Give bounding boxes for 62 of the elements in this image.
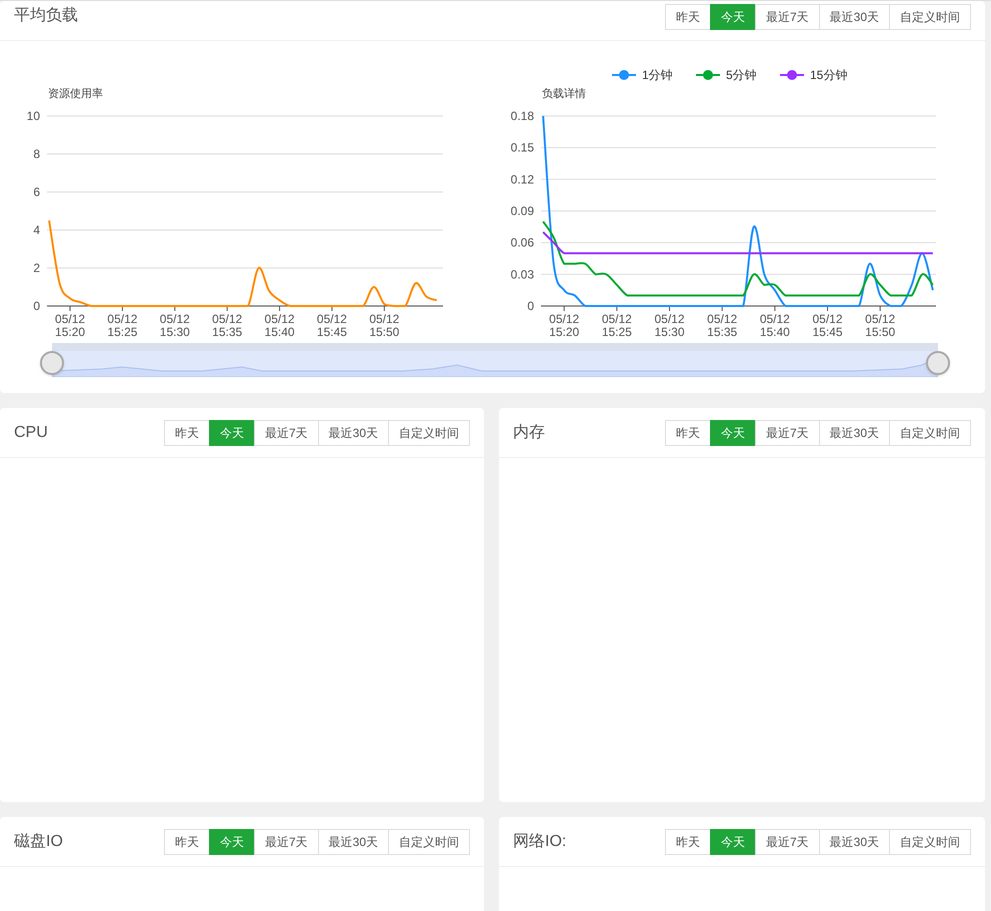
- panel-title: 网络IO:: [513, 832, 566, 852]
- panel-title: CPU: [14, 422, 48, 442]
- axis-label: 05/12 15:35: [212, 312, 242, 339]
- axis-label: 05/12 15:45: [316, 312, 347, 339]
- range-tab[interactable]: 昨天: [664, 4, 711, 30]
- range-tab[interactable]: 自定义时间: [889, 828, 971, 854]
- axis-label: 4: [33, 223, 40, 237]
- axis-label: 05/12 15:20: [549, 312, 580, 339]
- axis-label: 2: [33, 261, 40, 275]
- axis-label: 05/12 15:30: [654, 312, 685, 339]
- legend-item[interactable]: 5分钟: [696, 68, 757, 82]
- range-tab[interactable]: 最近30天: [818, 4, 890, 30]
- range-tab[interactable]: 自定义时间: [889, 420, 971, 446]
- axis-label: 0: [33, 299, 40, 313]
- slider-handle[interactable]: [40, 351, 64, 375]
- axis-label: 0.03: [510, 267, 534, 282]
- axis-label: 0.18: [510, 109, 534, 123]
- range-tab[interactable]: 自定义时间: [889, 4, 971, 30]
- range-tab[interactable]: 最近7天: [754, 4, 820, 30]
- range-tab[interactable]: 自定义时间: [388, 420, 470, 446]
- axis-title: 负载详情: [542, 88, 586, 100]
- slider-handle[interactable]: [926, 351, 950, 375]
- range-tab[interactable]: 最近30天: [318, 828, 389, 854]
- axis-label: 05/12 15:25: [602, 312, 632, 339]
- axis-label: 05/12 15:50: [865, 312, 896, 339]
- axis-label: 0.09: [510, 204, 534, 218]
- axis-label: 0.15: [510, 140, 534, 155]
- axis-label: 05/12 15:25: [107, 312, 138, 339]
- legend-label: 5分钟: [726, 68, 757, 82]
- range-tab[interactable]: 最近7天: [754, 828, 820, 854]
- axis-label: 6: [33, 185, 40, 199]
- axis-label: 10: [26, 109, 40, 123]
- range-tab[interactable]: 最近30天: [818, 828, 890, 854]
- axis-label: 0: [527, 299, 534, 313]
- axis-label: 05/12 15:35: [707, 312, 738, 339]
- legend-label: 1分钟: [642, 68, 673, 82]
- range-tab[interactable]: 最近30天: [318, 420, 389, 446]
- range-tab[interactable]: 昨天: [164, 828, 210, 854]
- legend-item[interactable]: 1分钟: [612, 68, 673, 82]
- range-tab[interactable]: 最近30天: [818, 420, 890, 446]
- axis-label: 8: [33, 147, 40, 161]
- axis-label: 05/12 15:30: [160, 312, 190, 339]
- axis-label: 0.06: [510, 236, 534, 250]
- range-tab[interactable]: 昨天: [164, 420, 210, 446]
- range-tab[interactable]: 最近7天: [754, 420, 820, 446]
- panel-title: 内存: [513, 422, 545, 442]
- axis-label: 05/12 15:40: [760, 312, 790, 339]
- panel-title: 平均负载: [14, 6, 78, 26]
- legend-item[interactable]: 15分钟: [780, 68, 848, 82]
- range-tab[interactable]: 最近7天: [254, 828, 319, 854]
- axis-label: 05/12 15:40: [264, 312, 295, 339]
- axis-title: 资源使用率: [48, 88, 103, 100]
- range-tab[interactable]: 自定义时间: [388, 828, 470, 854]
- range-tab[interactable]: 最近7天: [254, 420, 319, 446]
- axis-label: 05/12 15:20: [55, 312, 86, 339]
- axis-label: 05/12 15:45: [812, 312, 843, 339]
- axis-label: 05/12 15:50: [369, 312, 400, 339]
- range-tab[interactable]: 昨天: [664, 828, 711, 854]
- panel-title: 磁盘IO: [14, 832, 63, 852]
- range-tab[interactable]: 昨天: [664, 420, 711, 446]
- axis-label: 0.12: [510, 172, 534, 186]
- legend-label: 15分钟: [810, 68, 848, 82]
